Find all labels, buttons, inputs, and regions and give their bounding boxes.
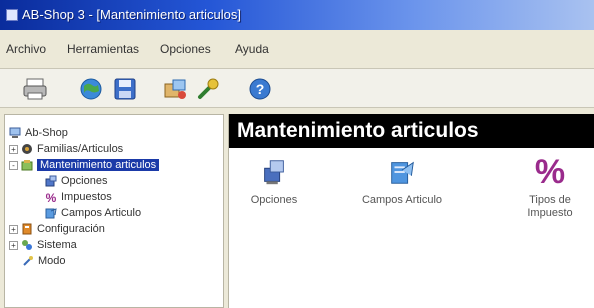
tree-node-label: Impuestos <box>61 191 112 203</box>
tree-node-label: Campos Articulo <box>61 207 142 219</box>
menu-archivo[interactable]: Archivo <box>6 41 46 57</box>
item-label: Opciones <box>250 194 298 206</box>
tree-node-modo[interactable]: Modo <box>22 253 66 269</box>
menu-herramientas[interactable]: Herramientas <box>67 41 139 57</box>
expand-icon[interactable]: + <box>9 240 18 250</box>
computer-icon <box>9 127 21 139</box>
tree-node-label: Opciones <box>61 175 108 187</box>
tree-node-impuestos[interactable]: % Impuestos <box>45 189 112 205</box>
window-title: AB-Shop 3 - [Mantenimiento articulos] <box>22 7 241 22</box>
help-icon[interactable]: ? <box>245 75 275 103</box>
menu-bar: Archivo Herramientas Opciones Ayuda <box>0 38 594 60</box>
options-icon <box>45 175 57 187</box>
item-opciones[interactable]: Opciones <box>229 156 319 207</box>
app-icon <box>6 9 18 21</box>
tree-node-label: Configuración <box>37 223 105 235</box>
package-icon[interactable] <box>160 75 190 103</box>
system-icon <box>21 239 33 251</box>
globe-icon[interactable] <box>76 75 106 103</box>
settings-icon <box>21 223 33 235</box>
tree-root-label: Ab-Shop <box>25 127 68 139</box>
content-header: Mantenimiento articulos <box>229 114 594 148</box>
expand-icon[interactable]: + <box>9 224 18 234</box>
tree-node-opciones[interactable]: Opciones <box>45 173 107 189</box>
tree-node-sistema[interactable]: + Sistema <box>9 237 77 253</box>
main-panes: Ab-Shop + Familias/Articulos - Mantenimi… <box>0 114 594 308</box>
tools-icon <box>21 159 33 171</box>
wrench-icon[interactable] <box>193 75 223 103</box>
percent-icon: % <box>45 191 57 205</box>
app-window: AB-Shop 3 - [Mantenimiento articulos] Ar… <box>0 0 594 308</box>
options-icon <box>258 156 290 188</box>
navigation-tree: Ab-Shop + Familias/Articulos - Mantenimi… <box>4 114 224 308</box>
item-campos-articulo[interactable]: Campos Articulo <box>357 156 447 207</box>
mode-icon <box>22 255 34 267</box>
item-label: Campos Articulo <box>361 194 443 206</box>
content-pane: Mantenimiento articulos Opciones Campos … <box>228 114 594 308</box>
disk-icon[interactable] <box>110 75 140 103</box>
tree-node-familias[interactable]: + Familias/Articulos <box>9 141 123 157</box>
item-tipos-de-impuesto[interactable]: % Tipos de Impuesto <box>505 153 594 220</box>
item-label: Tipos de Impuesto <box>527 194 573 219</box>
svg-text:%: % <box>46 191 57 203</box>
fields-icon <box>45 207 57 219</box>
tree-node-mantenimiento[interactable]: - Mantenimiento articulos <box>9 157 160 173</box>
printer-icon[interactable] <box>20 75 50 103</box>
toolbar: ? <box>0 68 594 108</box>
menu-ayuda[interactable]: Ayuda <box>235 41 269 57</box>
tree-node-label: Familias/Articulos <box>37 143 124 155</box>
menu-opciones[interactable]: Opciones <box>160 41 211 57</box>
collapse-icon[interactable]: - <box>9 160 18 170</box>
page-title: Mantenimiento articulos <box>237 119 479 142</box>
tree-root[interactable]: Ab-Shop <box>9 125 68 141</box>
tree-node-campos-articulo[interactable]: Campos Articulo <box>45 205 141 221</box>
tree-node-label: Sistema <box>37 239 77 251</box>
folder-icon <box>21 143 33 155</box>
svg-text:?: ? <box>256 81 265 97</box>
tree-node-label: Modo <box>38 255 66 267</box>
tree-node-label: Mantenimiento articulos <box>37 159 160 171</box>
title-bar[interactable]: AB-Shop 3 - [Mantenimiento articulos] <box>0 0 594 30</box>
tree-node-configuracion[interactable]: + Configuración <box>9 221 105 237</box>
percent-icon: % <box>534 153 566 191</box>
fields-icon <box>386 156 418 188</box>
expand-icon[interactable]: + <box>9 144 18 154</box>
